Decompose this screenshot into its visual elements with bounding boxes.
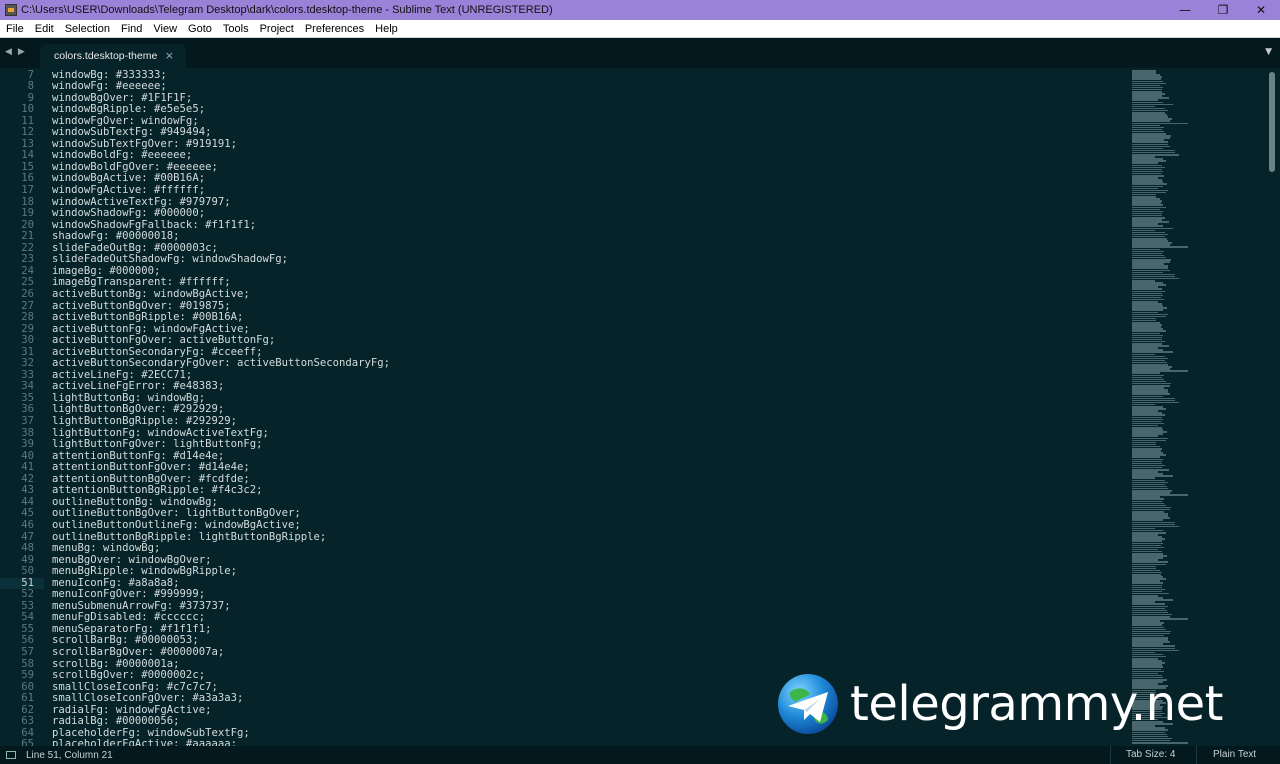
- tab-close-icon[interactable]: ×: [165, 49, 174, 62]
- menu-find[interactable]: Find: [116, 20, 147, 38]
- code-line[interactable]: attentionButtonFgOver: #d14e4e;: [52, 462, 250, 474]
- watermark: telegrammy.net: [776, 672, 1223, 736]
- tab-nav-arrows: ◀ ▶: [5, 47, 25, 57]
- line-number: 61: [21, 692, 34, 705]
- code-line[interactable]: windowFgActive: #ffffff;: [52, 184, 205, 197]
- window-title: C:\Users\USER\Downloads\Telegram Desktop…: [21, 4, 553, 16]
- line-number: 17: [21, 184, 34, 196]
- window-controls: — ❐ ✕: [1166, 0, 1280, 20]
- menu-bar: File Edit Selection Find View Goto Tools…: [0, 20, 1280, 38]
- line-number: 48: [21, 542, 34, 555]
- code-line[interactable]: menuBgRipple: windowBgRipple;: [52, 566, 237, 578]
- code-line[interactable]: menuBg: windowBg;: [52, 542, 160, 555]
- line-number: 65: [21, 738, 34, 746]
- menu-selection[interactable]: Selection: [60, 20, 115, 38]
- status-cursor-position: Line 51, Column 21: [26, 749, 113, 761]
- status-panel-icon[interactable]: [6, 751, 16, 759]
- line-number: 8: [27, 80, 34, 93]
- menu-project[interactable]: Project: [255, 20, 299, 38]
- code-line[interactable]: windowShadowFg: #000000;: [52, 208, 205, 220]
- tab-label: colors.tdesktop-theme: [54, 50, 158, 62]
- code-area[interactable]: windowBg: #333333; windowFg: #eeeeee; wind…: [52, 68, 1122, 746]
- telegram-globe-logo-icon: [778, 674, 838, 734]
- code-line[interactable]: scrollBgOver: #0000002c;: [52, 670, 205, 682]
- close-window-icon[interactable]: ✕: [1242, 0, 1280, 20]
- status-tab-size[interactable]: Tab Size: 4: [1110, 746, 1196, 764]
- line-number: 21: [21, 230, 34, 243]
- code-line[interactable]: windowFg: #eeeeee;: [52, 80, 167, 93]
- line-number: 50: [21, 565, 34, 578]
- code-line[interactable]: outlineButtonOutlineFg: windowBgActive;: [52, 519, 301, 532]
- line-number: 19: [21, 207, 34, 220]
- tab-colors-tdesktop-theme[interactable]: colors.tdesktop-theme ×: [40, 44, 186, 68]
- tabs-dropdown-icon[interactable]: ▼: [1265, 47, 1272, 57]
- code-line[interactable]: shadowFg: #00000018;: [52, 231, 180, 243]
- menu-tools[interactable]: Tools: [218, 20, 254, 38]
- line-number: 39: [21, 438, 34, 451]
- line-number: 59: [21, 669, 34, 682]
- sublime-app-icon: [5, 4, 17, 16]
- code-line[interactable]: smallCloseIconFgOver: #a3a3a3;: [52, 693, 243, 705]
- code-line[interactable]: activeButtonBgRipple: #00B16A;: [52, 311, 243, 324]
- code-line[interactable]: activeButtonBg: windowBgActive;: [52, 288, 250, 301]
- code-line[interactable]: windowBgRipple: #e5e5e5;: [52, 104, 205, 116]
- tab-next-icon[interactable]: ▶: [18, 47, 25, 57]
- tab-prev-icon[interactable]: ◀: [5, 47, 12, 57]
- code-line[interactable]: placeholderFgActive: #aaaaaa;: [52, 739, 237, 746]
- tab-bar: ◀ ▶ colors.tdesktop-theme × ▼: [0, 38, 1280, 68]
- scrollbar-thumb[interactable]: [1269, 72, 1275, 172]
- line-number: 28: [21, 311, 34, 324]
- code-line[interactable]: lightButtonBgRipple: #292929;: [52, 415, 237, 428]
- line-number: 41: [21, 461, 34, 474]
- watermark-text: telegrammy.net: [850, 676, 1223, 732]
- line-number: 46: [21, 518, 34, 531]
- menu-preferences[interactable]: Preferences: [300, 20, 369, 38]
- editor-pane[interactable]: 7 8 9 10 11 12 13 14 15 16 17 18 19 20 21 22 23 24 25 26 27 2…: [0, 68, 1280, 746]
- menu-help[interactable]: Help: [370, 20, 403, 38]
- menu-goto[interactable]: Goto: [183, 20, 217, 38]
- vertical-scrollbar[interactable]: [1266, 68, 1280, 746]
- menu-view[interactable]: View: [148, 20, 182, 38]
- line-number: 10: [21, 103, 34, 116]
- minimap-line: [1132, 742, 1188, 744]
- restore-icon[interactable]: ❐: [1204, 0, 1242, 20]
- line-number: 26: [21, 287, 34, 300]
- line-number-gutter: 7 8 9 10 11 12 13 14 15 16 17 18 19 20 21 22 23 24 25 26 27 2…: [0, 68, 44, 746]
- code-line[interactable]: scrollBarBgOver: #0000007a;: [52, 646, 224, 659]
- menu-file[interactable]: File: [0, 20, 29, 38]
- status-syntax[interactable]: Plain Text: [1196, 746, 1280, 764]
- status-bar: Line 51, Column 21 Tab Size: 4 Plain Tex…: [0, 746, 1280, 764]
- title-bar: C:\Users\USER\Downloads\Telegram Desktop…: [0, 0, 1280, 20]
- line-number: 57: [21, 646, 34, 658]
- line-number: 30: [21, 334, 34, 347]
- code-line[interactable]: activeButtonFgOver: activeButtonFg;: [52, 335, 275, 347]
- line-number: 37: [21, 415, 34, 427]
- menu-edit[interactable]: Edit: [30, 20, 59, 38]
- code-line[interactable]: lightButtonFgOver: lightButtonFg;: [52, 439, 262, 451]
- minimize-icon[interactable]: —: [1166, 0, 1204, 20]
- minimap[interactable]: [1132, 68, 1262, 746]
